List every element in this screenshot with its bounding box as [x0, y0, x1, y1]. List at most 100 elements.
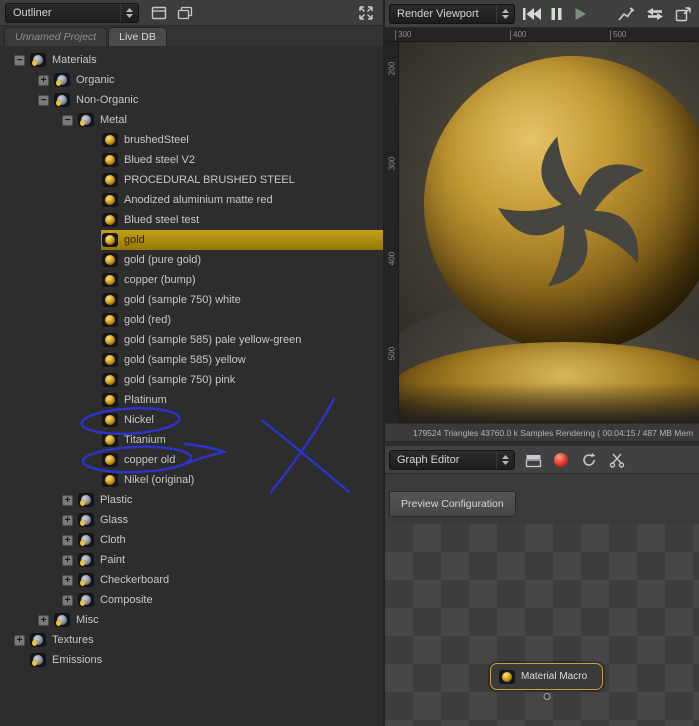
swap-arrows-icon[interactable]	[643, 4, 667, 24]
tree-item-nikel-original[interactable]: Nikel (original)	[0, 470, 383, 490]
tree-item-anodized-aluminium-matte-red[interactable]: Anodized aluminium matte red	[0, 190, 383, 210]
expand-toggle[interactable]: +	[62, 534, 73, 546]
expand-toggle[interactable]: +	[62, 494, 73, 506]
tab-unnamed-project[interactable]: Unnamed Project	[4, 27, 108, 46]
node-output-port[interactable]	[543, 693, 550, 700]
outliner-panel: Outliner Unnamed Project Live DB − Mater…	[0, 0, 383, 726]
tree-item-gold-pure-gold[interactable]: gold (pure gold)	[0, 250, 383, 270]
material-macro-label: Material Macro	[521, 671, 588, 682]
material-ball-icon	[102, 333, 118, 347]
outliner-selector[interactable]: Outliner	[5, 3, 139, 23]
tree-item-gold-red[interactable]: gold (red)	[0, 310, 383, 330]
tree-item-platinum[interactable]: Platinum	[0, 390, 383, 410]
pop-out-icon[interactable]	[671, 4, 695, 24]
toggle-spacer	[86, 420, 101, 421]
material-ball-icon	[102, 133, 118, 147]
tree-item-glass[interactable]: + Glass	[0, 510, 383, 530]
tree-item-copper-old[interactable]: copper old	[0, 450, 383, 470]
toggle-spacer	[86, 140, 101, 141]
tree-item-label: gold (red)	[124, 314, 172, 326]
tree-item-checkerboard[interactable]: + Checkerboard	[0, 570, 383, 590]
tree-item-copper-bump[interactable]: copper (bump)	[0, 270, 383, 290]
tree-item-label: Glass	[100, 514, 129, 526]
ruler-tick: 300	[387, 156, 397, 171]
tree-item-gold-sample-750-white[interactable]: gold (sample 750) white	[0, 290, 383, 310]
expand-toggle[interactable]: +	[62, 574, 73, 586]
tree-item-gold[interactable]: gold	[0, 230, 383, 250]
viewport-selector[interactable]: Render Viewport	[389, 4, 515, 24]
tree-item-blued-steel-test[interactable]: Blued steel test	[0, 210, 383, 230]
tree-item-label: Cloth	[100, 534, 126, 546]
collapse-toggle[interactable]: −	[62, 114, 73, 126]
material-ball-icon	[102, 313, 118, 327]
red-material-icon[interactable]	[549, 450, 573, 470]
expand-toggle[interactable]: +	[62, 514, 73, 526]
play-button[interactable]	[569, 4, 591, 24]
tree-item-label: Organic	[76, 74, 115, 86]
tree-item-label: Emissions	[52, 654, 103, 666]
tab-live-db[interactable]: Live DB	[108, 27, 167, 46]
tree-item-procedural-brushed-steel[interactable]: PROCEDURAL BRUSHED STEEL	[0, 170, 383, 190]
collapse-toggle[interactable]: −	[38, 94, 49, 106]
expand-toggle[interactable]: +	[62, 554, 73, 566]
tree-item-blued-steel-v2[interactable]: Blued steel V2	[0, 150, 383, 170]
duplicate-panel-icon[interactable]	[174, 3, 196, 23]
toggle-spacer	[86, 220, 101, 221]
render-viewport[interactable]	[399, 42, 699, 423]
tone-curve-icon[interactable]	[615, 4, 637, 24]
material-ball-icon	[102, 153, 118, 167]
toggle-spacer	[86, 340, 101, 341]
tree-item-label: Anodized aluminium matte red	[124, 194, 273, 206]
expand-toggle[interactable]: +	[38, 74, 49, 86]
tree-item-non-organic[interactable]: − Non-Organic	[0, 90, 383, 110]
material-tree[interactable]: − Materials + Organic − Non-Organic − Metal brus…	[0, 46, 383, 726]
tree-item-brushedsteel[interactable]: brushedSteel	[0, 130, 383, 150]
tree-item-gold-sample-585-pale-yellow-green[interactable]: gold (sample 585) pale yellow-green	[0, 330, 383, 350]
tree-item-plastic[interactable]: + Plastic	[0, 490, 383, 510]
panel-icon[interactable]	[148, 3, 170, 23]
expand-panel-icon[interactable]	[355, 3, 377, 23]
material-macro-node[interactable]: Material Macro	[490, 663, 603, 700]
expand-toggle[interactable]: +	[62, 594, 73, 606]
graph-canvas[interactable]: Material Macro	[385, 524, 699, 726]
graph-editor-selector[interactable]: Graph Editor	[389, 450, 515, 470]
tree-item-misc[interactable]: + Misc	[0, 610, 383, 630]
expand-toggle[interactable]: +	[38, 614, 49, 626]
tree-item-organic[interactable]: + Organic	[0, 70, 383, 90]
tree-item-paint[interactable]: + Paint	[0, 550, 383, 570]
skip-back-button[interactable]	[521, 4, 543, 24]
tree-item-textures[interactable]: + Textures	[0, 630, 383, 650]
category-icon	[78, 533, 94, 547]
tree-item-nickel[interactable]: Nickel	[0, 410, 383, 430]
tree-item-gold-sample-585-yellow[interactable]: gold (sample 585) yellow	[0, 350, 383, 370]
material-ball-icon	[102, 173, 118, 187]
refresh-icon[interactable]	[577, 450, 601, 470]
snippet-icon[interactable]	[605, 450, 629, 470]
tree-item-label: Blued steel V2	[124, 154, 195, 166]
pause-button[interactable]	[545, 4, 567, 24]
tree-item-cloth[interactable]: + Cloth	[0, 530, 383, 550]
new-window-icon[interactable]	[521, 450, 545, 470]
expand-toggle[interactable]: +	[14, 634, 25, 646]
tree-item-metal[interactable]: − Metal	[0, 110, 383, 130]
tree-item-materials[interactable]: − Materials	[0, 50, 383, 70]
tree-item-titanium[interactable]: Titanium	[0, 430, 383, 450]
preview-configuration-button[interactable]: Preview Configuration	[389, 491, 516, 517]
toggle-spacer	[86, 180, 101, 181]
tree-item-label: copper old	[124, 454, 176, 466]
category-icon	[78, 593, 94, 607]
category-icon	[54, 613, 70, 627]
tree-item-emissions[interactable]: Emissions	[0, 650, 383, 670]
viewport-selector-label: Render Viewport	[397, 8, 479, 20]
tab-label: Live DB	[119, 31, 156, 43]
tree-item-gold-sample-750-pink[interactable]: gold (sample 750) pink	[0, 370, 383, 390]
collapse-toggle[interactable]: −	[14, 54, 25, 66]
tree-item-composite[interactable]: + Composite	[0, 590, 383, 610]
tree-item-label: Platinum	[124, 394, 167, 406]
